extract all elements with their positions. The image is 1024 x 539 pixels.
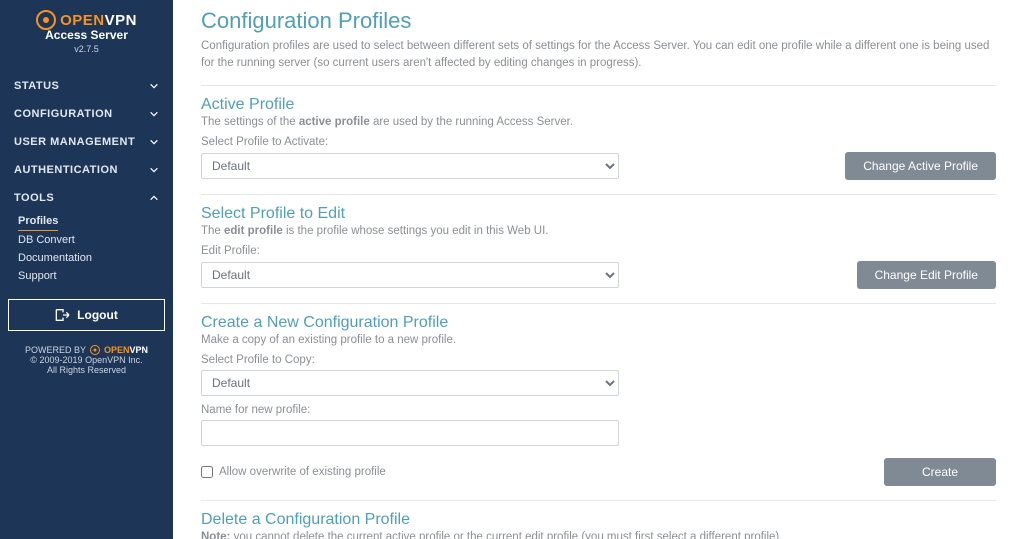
brand-version: v2.7.5 (6, 44, 167, 54)
chevron-down-icon (149, 109, 159, 119)
footer-copyright: © 2009-2019 OpenVPN Inc. (0, 355, 173, 365)
brand-subtitle: Access Server (6, 28, 167, 42)
section-create-profile: Create a New Configuration Profile Make … (201, 303, 996, 486)
change-active-profile-button[interactable]: Change Active Profile (845, 152, 996, 180)
active-desc-post: are used by the running Access Server. (370, 116, 573, 128)
active-title: Active Profile (201, 96, 996, 114)
active-desc-bold: active profile (299, 116, 370, 128)
allow-overwrite-checkbox[interactable] (201, 466, 213, 478)
chevron-down-icon (149, 81, 159, 91)
section-edit-profile: Select Profile to Edit The edit profile … (201, 194, 996, 289)
section-delete-profile: Delete a Configuration Profile Note: you… (201, 500, 996, 539)
subnav-support[interactable]: Support (18, 267, 173, 285)
edit-select-label: Edit Profile: (201, 245, 996, 257)
edit-desc-post: is the profile whose settings you edit i… (283, 225, 549, 237)
page-description: Configuration profiles are used to selec… (201, 38, 996, 73)
nav-authentication[interactable]: AUTHENTICATION (0, 156, 173, 184)
section-active-profile: Active Profile The settings of the activ… (201, 85, 996, 180)
logout-label: Logout (77, 308, 118, 322)
create-copy-label: Select Profile to Copy: (201, 354, 996, 366)
edit-desc-pre: The (201, 225, 224, 237)
nav-configuration-label: CONFIGURATION (14, 108, 113, 120)
chevron-down-icon (149, 165, 159, 175)
nav-authentication-label: AUTHENTICATION (14, 164, 118, 176)
sidebar-nav: STATUS CONFIGURATION USER MANAGEMENT AUT… (0, 72, 173, 285)
active-desc-pre: The settings of the (201, 116, 299, 128)
delete-title: Delete a Configuration Profile (201, 511, 996, 529)
new-profile-name-input[interactable] (201, 420, 619, 446)
nav-status[interactable]: STATUS (0, 72, 173, 100)
active-desc: The settings of the active profile are u… (201, 116, 996, 128)
nav-tools-subnav: Profiles DB Convert Documentation Suppor… (0, 212, 173, 285)
create-title: Create a New Configuration Profile (201, 314, 996, 332)
delete-desc: Note: you cannot delete the current acti… (201, 531, 996, 539)
edit-desc: The edit profile is the profile whose se… (201, 225, 996, 237)
delete-desc-post: you cannot delete the current active pro… (230, 531, 782, 539)
active-profile-select[interactable]: Default (201, 153, 619, 179)
edit-profile-select[interactable]: Default (201, 262, 619, 288)
edit-desc-bold: edit profile (224, 225, 283, 237)
chevron-down-icon (149, 137, 159, 147)
subnav-documentation[interactable]: Documentation (18, 249, 173, 267)
nav-tools[interactable]: TOOLS (0, 184, 173, 212)
edit-title: Select Profile to Edit (201, 205, 996, 223)
footer-open: OPEN (104, 345, 130, 355)
logout-icon (55, 308, 71, 322)
powered-by-label: POWERED BY (25, 345, 86, 355)
brand-open: OPEN (60, 12, 105, 29)
subnav-profiles[interactable]: Profiles (18, 212, 58, 231)
create-name-label: Name for new profile: (201, 404, 996, 416)
active-select-label: Select Profile to Activate: (201, 136, 996, 148)
footer-rights: All Rights Reserved (0, 365, 173, 375)
sidebar-footer: POWERED BY OPENVPN © 2009-2019 OpenVPN I… (0, 345, 173, 375)
openvpn-mini-logo-icon (90, 345, 100, 355)
create-desc: Make a copy of an existing profile to a … (201, 334, 996, 346)
nav-user-management[interactable]: USER MANAGEMENT (0, 128, 173, 156)
openvpn-logo-icon (36, 10, 56, 30)
nav-configuration[interactable]: CONFIGURATION (0, 100, 173, 128)
brand-vpn: VPN (105, 12, 137, 29)
allow-overwrite-label: Allow overwrite of existing profile (219, 466, 386, 478)
nav-user-management-label: USER MANAGEMENT (14, 136, 135, 148)
change-edit-profile-button[interactable]: Change Edit Profile (857, 261, 996, 289)
footer-vpn: VPN (130, 345, 149, 355)
nav-tools-label: TOOLS (14, 192, 54, 204)
page-title: Configuration Profiles (201, 8, 996, 34)
subnav-dbconvert[interactable]: DB Convert (18, 231, 173, 249)
chevron-up-icon (149, 193, 159, 203)
logout-button[interactable]: Logout (8, 299, 165, 331)
copy-profile-select[interactable]: Default (201, 370, 619, 396)
create-button[interactable]: Create (884, 458, 996, 486)
brand-block: OPENVPN Access Server v2.7.5 (0, 0, 173, 60)
nav-status-label: STATUS (14, 80, 59, 92)
main-content: Configuration Profiles Configuration pro… (173, 0, 1024, 539)
sidebar: OPENVPN Access Server v2.7.5 STATUS CONF… (0, 0, 173, 539)
delete-desc-bold: Note: (201, 531, 230, 539)
